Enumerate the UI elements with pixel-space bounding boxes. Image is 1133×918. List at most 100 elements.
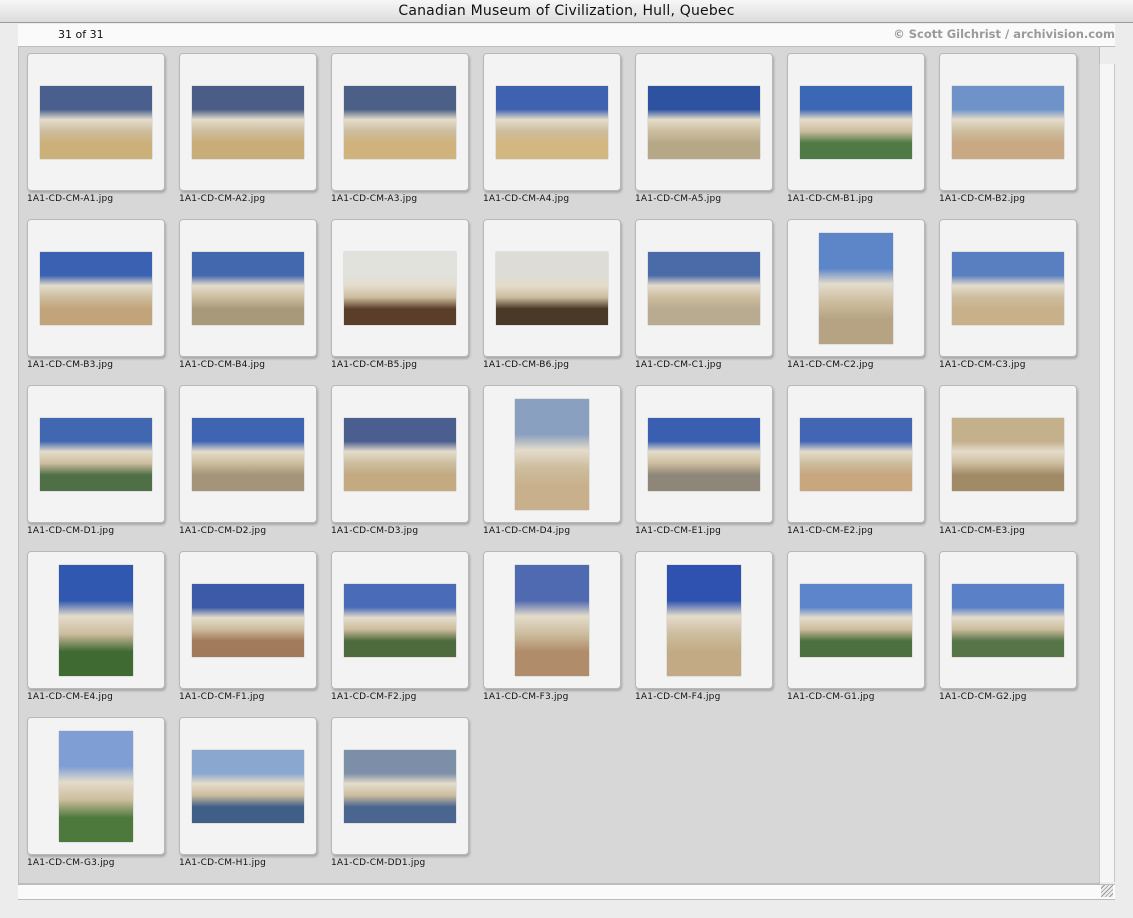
thumbnail-image[interactable]: [59, 731, 133, 842]
thumbnail-item[interactable]: 1A1-CD-CM-E3.jpg: [931, 379, 1081, 539]
thumbnail-frame[interactable]: [179, 551, 317, 689]
thumbnail-item[interactable]: 1A1-CD-CM-C2.jpg: [779, 213, 929, 373]
thumbnail-item[interactable]: 1A1-CD-CM-B1.jpg: [779, 47, 929, 207]
copyright-credit: © Scott Gilchrist / archivision.com: [893, 27, 1115, 41]
thumbnail-image[interactable]: [59, 565, 133, 676]
thumbnail-item[interactable]: 1A1-CD-CM-D4.jpg: [475, 379, 625, 539]
thumbnail-frame[interactable]: [331, 219, 469, 357]
thumbnail-image[interactable]: [667, 565, 741, 676]
thumbnail-image[interactable]: [515, 565, 589, 676]
thumbnail-frame[interactable]: [179, 717, 317, 855]
thumbnail-image[interactable]: [40, 252, 152, 325]
thumbnail-image[interactable]: [648, 252, 760, 325]
thumbnail-frame[interactable]: [27, 53, 165, 191]
thumbnail-image[interactable]: [192, 584, 304, 657]
thumbnail-item[interactable]: 1A1-CD-CM-B2.jpg: [931, 47, 1081, 207]
thumbnail-item[interactable]: 1A1-CD-CM-A3.jpg: [323, 47, 473, 207]
thumbnail-image[interactable]: [344, 584, 456, 657]
thumbnail-image[interactable]: [515, 399, 589, 510]
thumbnail-image[interactable]: [800, 584, 912, 657]
thumbnail-item[interactable]: 1A1-CD-CM-A2.jpg: [171, 47, 321, 207]
thumbnail-item[interactable]: 1A1-CD-CM-H1.jpg: [171, 711, 321, 871]
thumbnail-frame[interactable]: [787, 385, 925, 523]
thumbnail-item[interactable]: 1A1-CD-CM-E1.jpg: [627, 379, 777, 539]
thumbnail-filename: 1A1-CD-CM-E2.jpg: [787, 526, 874, 536]
thumbnail-item[interactable]: 1A1-CD-CM-G2.jpg: [931, 545, 1081, 705]
thumbnail-item[interactable]: 1A1-CD-CM-B3.jpg: [19, 213, 169, 373]
thumbnail-filename: 1A1-CD-CM-C2.jpg: [787, 360, 874, 370]
resize-grip-icon[interactable]: [1101, 885, 1113, 897]
thumbnail-item[interactable]: 1A1-CD-CM-F3.jpg: [475, 545, 625, 705]
thumbnail-image[interactable]: [952, 252, 1064, 325]
thumbnail-image[interactable]: [952, 418, 1064, 491]
thumbnail-item[interactable]: 1A1-CD-CM-F1.jpg: [171, 545, 321, 705]
thumbnail-image[interactable]: [192, 252, 304, 325]
thumbnail-image[interactable]: [648, 418, 760, 491]
thumbnail-item[interactable]: 1A1-CD-CM-E4.jpg: [19, 545, 169, 705]
thumbnail-item[interactable]: 1A1-CD-CM-D2.jpg: [171, 379, 321, 539]
thumbnail-frame[interactable]: [483, 53, 621, 191]
thumbnail-image[interactable]: [344, 86, 456, 159]
thumbnail-frame[interactable]: [939, 219, 1077, 357]
thumbnail-image[interactable]: [192, 418, 304, 491]
thumbnail-item[interactable]: 1A1-CD-CM-A5.jpg: [627, 47, 777, 207]
thumbnail-image[interactable]: [344, 418, 456, 491]
thumbnail-frame[interactable]: [787, 219, 925, 357]
thumbnail-item[interactable]: 1A1-CD-CM-D1.jpg: [19, 379, 169, 539]
image-count: 31 of 31: [58, 28, 104, 41]
thumbnail-frame[interactable]: [27, 385, 165, 523]
thumbnail-frame[interactable]: [179, 385, 317, 523]
thumbnail-item[interactable]: 1A1-CD-CM-B5.jpg: [323, 213, 473, 373]
thumbnail-frame[interactable]: [787, 551, 925, 689]
thumbnail-image[interactable]: [192, 750, 304, 823]
thumbnail-frame[interactable]: [939, 53, 1077, 191]
thumbnail-frame[interactable]: [635, 219, 773, 357]
thumbnail-frame[interactable]: [939, 385, 1077, 523]
thumbnail-frame[interactable]: [483, 219, 621, 357]
thumbnail-frame[interactable]: [331, 717, 469, 855]
thumbnail-frame[interactable]: [483, 385, 621, 523]
thumbnail-image[interactable]: [800, 86, 912, 159]
thumbnail-item[interactable]: 1A1-CD-CM-DD1.jpg: [323, 711, 473, 871]
thumbnail-item[interactable]: 1A1-CD-CM-F4.jpg: [627, 545, 777, 705]
thumbnail-frame[interactable]: [27, 717, 165, 855]
thumbnail-frame[interactable]: [179, 219, 317, 357]
thumbnail-frame[interactable]: [27, 551, 165, 689]
thumbnail-item[interactable]: 1A1-CD-CM-C3.jpg: [931, 213, 1081, 373]
thumbnail-image[interactable]: [344, 750, 456, 823]
thumbnail-frame[interactable]: [27, 219, 165, 357]
thumbnail-filename: 1A1-CD-CM-C3.jpg: [939, 360, 1026, 370]
thumbnail-frame[interactable]: [939, 551, 1077, 689]
thumbnail-frame[interactable]: [787, 53, 925, 191]
thumbnail-item[interactable]: 1A1-CD-CM-D3.jpg: [323, 379, 473, 539]
thumbnail-image[interactable]: [40, 86, 152, 159]
thumbnail-frame[interactable]: [179, 53, 317, 191]
thumbnail-image[interactable]: [344, 252, 456, 325]
thumbnail-image[interactable]: [819, 233, 893, 344]
thumbnail-item[interactable]: 1A1-CD-CM-G3.jpg: [19, 711, 169, 871]
thumbnail-item[interactable]: 1A1-CD-CM-A4.jpg: [475, 47, 625, 207]
thumbnail-frame[interactable]: [635, 53, 773, 191]
thumbnail-frame[interactable]: [331, 551, 469, 689]
thumbnail-image[interactable]: [952, 584, 1064, 657]
thumbnail-item[interactable]: 1A1-CD-CM-B6.jpg: [475, 213, 625, 373]
thumbnail-image[interactable]: [648, 86, 760, 159]
thumbnail-frame[interactable]: [635, 551, 773, 689]
thumbnail-image[interactable]: [40, 418, 152, 491]
thumbnail-frame[interactable]: [331, 385, 469, 523]
thumbnail-image[interactable]: [496, 86, 608, 159]
thumbnail-image[interactable]: [192, 86, 304, 159]
thumbnail-frame[interactable]: [331, 53, 469, 191]
thumbnail-item[interactable]: 1A1-CD-CM-A1.jpg: [19, 47, 169, 207]
thumbnail-frame[interactable]: [635, 385, 773, 523]
thumbnail-frame[interactable]: [483, 551, 621, 689]
thumbnail-item[interactable]: 1A1-CD-CM-F2.jpg: [323, 545, 473, 705]
thumbnail-item[interactable]: 1A1-CD-CM-C1.jpg: [627, 213, 777, 373]
thumbnail-item[interactable]: 1A1-CD-CM-B4.jpg: [171, 213, 321, 373]
vertical-scrollbar[interactable]: [1099, 64, 1115, 882]
thumbnail-image[interactable]: [952, 86, 1064, 159]
thumbnail-item[interactable]: 1A1-CD-CM-E2.jpg: [779, 379, 929, 539]
thumbnail-item[interactable]: 1A1-CD-CM-G1.jpg: [779, 545, 929, 705]
thumbnail-image[interactable]: [800, 418, 912, 491]
thumbnail-image[interactable]: [496, 252, 608, 325]
